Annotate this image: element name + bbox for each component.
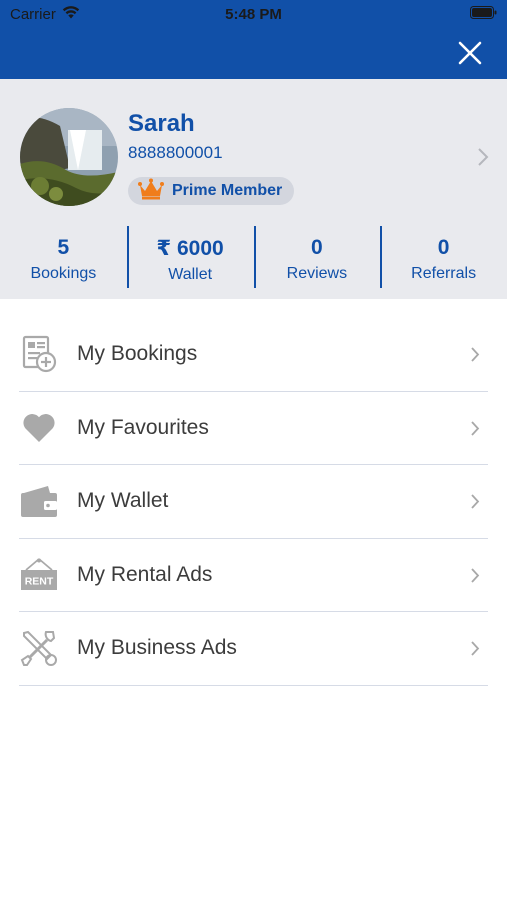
account-menu: My Bookings My Favourites My Wallet RENT… (0, 318, 507, 686)
stat-value: 0 (437, 236, 450, 259)
menu-item-my-wallet[interactable]: My Wallet (19, 465, 488, 539)
stat-wallet[interactable]: ₹ 6000 Wallet (126, 224, 254, 290)
menu-item-my-bookings[interactable]: My Bookings (19, 318, 488, 392)
battery-icon (470, 6, 497, 23)
avatar[interactable] (20, 108, 118, 206)
menu-item-label: My Rental Ads (77, 562, 213, 586)
stat-bookings[interactable]: 5 Bookings (0, 224, 127, 290)
menu-item-label: My Bookings (77, 342, 198, 366)
badge-label: Prime Member (172, 182, 283, 199)
chevron-right-icon (470, 346, 480, 368)
stat-referrals[interactable]: 0 Referrals (380, 224, 507, 290)
menu-item-my-business-ads[interactable]: My Business Ads (19, 612, 488, 686)
crown-icon (138, 178, 164, 205)
chevron-right-icon (470, 567, 480, 589)
chevron-right-icon (470, 640, 480, 662)
heart-icon (20, 409, 58, 447)
stat-label: Bookings (30, 265, 97, 282)
tools-icon (20, 629, 58, 667)
bookings-icon (20, 335, 58, 373)
status-bar: Carrier 5:48 PM (0, 0, 507, 28)
menu-item-my-favourites[interactable]: My Favourites (19, 392, 488, 465)
chevron-right-icon (470, 493, 480, 515)
stats-row: 5 Bookings ₹ 6000 Wallet 0 Reviews 0 Ref… (0, 224, 507, 290)
stat-label: Referrals (411, 265, 477, 282)
menu-item-label: My Wallet (77, 489, 169, 513)
status-time: 5:48 PM (225, 6, 282, 23)
prime-member-badge: Prime Member (128, 177, 295, 205)
wallet-icon (20, 482, 58, 520)
stat-label: Reviews (286, 265, 348, 282)
rent-sign-text: RENT (25, 575, 54, 587)
stat-value: ₹ 6000 (156, 237, 224, 260)
stat-label: Wallet (168, 266, 213, 283)
stat-value: 5 (57, 236, 70, 259)
stat-value: 0 (311, 236, 323, 259)
profile-name: Sarah (128, 110, 195, 137)
menu-item-my-rental-ads[interactable]: RENT My Rental Ads (19, 539, 488, 612)
rent-sign-icon: RENT (20, 556, 58, 594)
profile-card[interactable]: Sarah 8888800001 Prime Member 5 Bookings… (0, 79, 507, 299)
stat-reviews[interactable]: 0 Reviews (253, 224, 381, 290)
close-icon[interactable] (455, 38, 485, 68)
chevron-right-icon[interactable] (477, 147, 489, 172)
menu-item-label: My Favourites (77, 415, 209, 439)
profile-phone: 8888800001 (128, 143, 223, 162)
chevron-right-icon (470, 420, 480, 442)
app-header: Carrier 5:48 PM (0, 0, 507, 79)
menu-item-label: My Business Ads (77, 636, 237, 660)
